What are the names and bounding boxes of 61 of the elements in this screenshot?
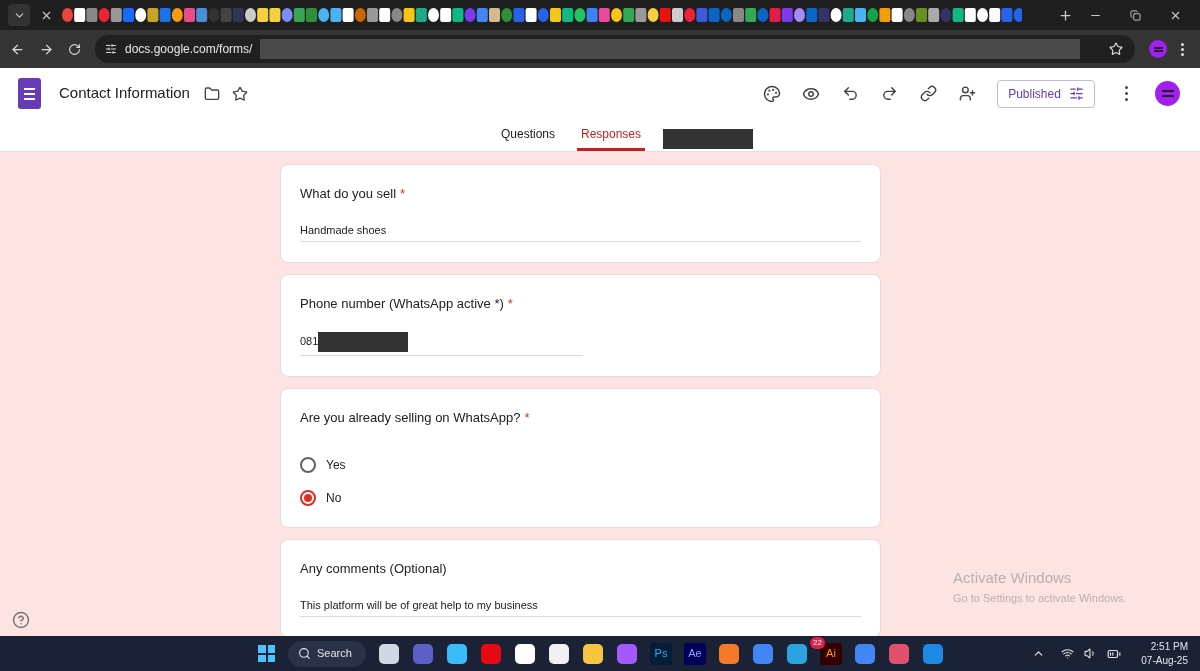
- bookmark-icon[interactable]: [1109, 42, 1123, 56]
- start-icon[interactable]: [258, 645, 275, 662]
- reload-icon[interactable]: [68, 42, 81, 56]
- answer-field[interactable]: This platform will be of great help to my business: [300, 596, 861, 617]
- form-tab[interactable]: Responses: [577, 119, 646, 151]
- clock-time: 2:51 PM: [1150, 639, 1188, 654]
- folder-icon[interactable]: [203, 85, 220, 102]
- required-marker: *: [524, 408, 530, 427]
- help-icon[interactable]: [12, 611, 30, 629]
- taskbar-app[interactable]: Ps: [650, 642, 672, 665]
- radio-button[interactable]: [300, 457, 316, 473]
- required-marker: *: [400, 185, 406, 203]
- activation-title: Activate Windows: [953, 568, 1073, 588]
- site-settings-icon[interactable]: [105, 43, 117, 55]
- taskbar-app-icon[interactable]: [447, 643, 467, 664]
- search-label: Search: [317, 646, 352, 662]
- radio-button[interactable]: [300, 490, 316, 506]
- address-bar[interactable]: docs.google.com/forms/: [95, 35, 1135, 63]
- person-add-icon: [958, 85, 976, 102]
- taskbar-app-icon[interactable]: [379, 643, 399, 664]
- back-icon[interactable]: [10, 41, 25, 57]
- activation-subtitle: Go to Settings to activate Windows.: [953, 590, 1128, 606]
- link-icon: [919, 85, 937, 102]
- question-title: Phone number (WhatsApp active *): [300, 295, 504, 313]
- new-tab-button[interactable]: [1058, 7, 1073, 23]
- taskbar-app-icon[interactable]: [515, 643, 535, 664]
- tab-list-button[interactable]: [8, 4, 30, 26]
- taskbar-app-icon[interactable]: [549, 643, 569, 664]
- search-icon: [298, 647, 311, 660]
- taskbar-app[interactable]: Ae: [684, 642, 706, 665]
- redo-icon: [880, 85, 898, 102]
- option-label: Yes: [326, 457, 346, 474]
- sliders-icon: [1068, 86, 1084, 101]
- palette-icon: [763, 84, 781, 103]
- account-avatar[interactable]: [1155, 81, 1180, 106]
- question-title: Any comments (Optional): [300, 560, 447, 578]
- published-button[interactable]: Published: [997, 79, 1095, 108]
- taskbar-search[interactable]: Search: [288, 640, 366, 667]
- required-marker: *: [507, 295, 513, 313]
- url-text: docs.google.com/forms/: [125, 41, 253, 58]
- undo-icon: [841, 85, 859, 102]
- forward-icon[interactable]: [39, 41, 54, 57]
- answer-field[interactable]: 081: [300, 331, 583, 356]
- wifi-icon[interactable]: [1061, 647, 1075, 660]
- forms-logo-icon: [18, 78, 41, 109]
- profile-avatar[interactable]: [1149, 40, 1167, 58]
- question-title: What do you sell: [300, 185, 397, 203]
- notification-badge: 22: [810, 636, 825, 649]
- form-title: Contact Information: [59, 83, 190, 104]
- taskbar-app-icon[interactable]: [787, 643, 807, 664]
- taskbar-app-icon[interactable]: [719, 643, 739, 664]
- more-icon: [1124, 86, 1128, 101]
- star-icon[interactable]: [231, 85, 248, 102]
- restore-icon[interactable]: [1130, 9, 1141, 21]
- form-tab[interactable]: Questions: [496, 119, 559, 151]
- taskbar-app-icon[interactable]: [583, 643, 603, 664]
- option-label: No: [326, 490, 342, 507]
- menu-icon[interactable]: [1181, 42, 1184, 56]
- question-title: Are you already selling on WhatsApp?: [300, 408, 521, 427]
- answer-field[interactable]: Handmade shoes: [300, 221, 861, 242]
- clock-date: 07-Aug-25: [1141, 653, 1188, 668]
